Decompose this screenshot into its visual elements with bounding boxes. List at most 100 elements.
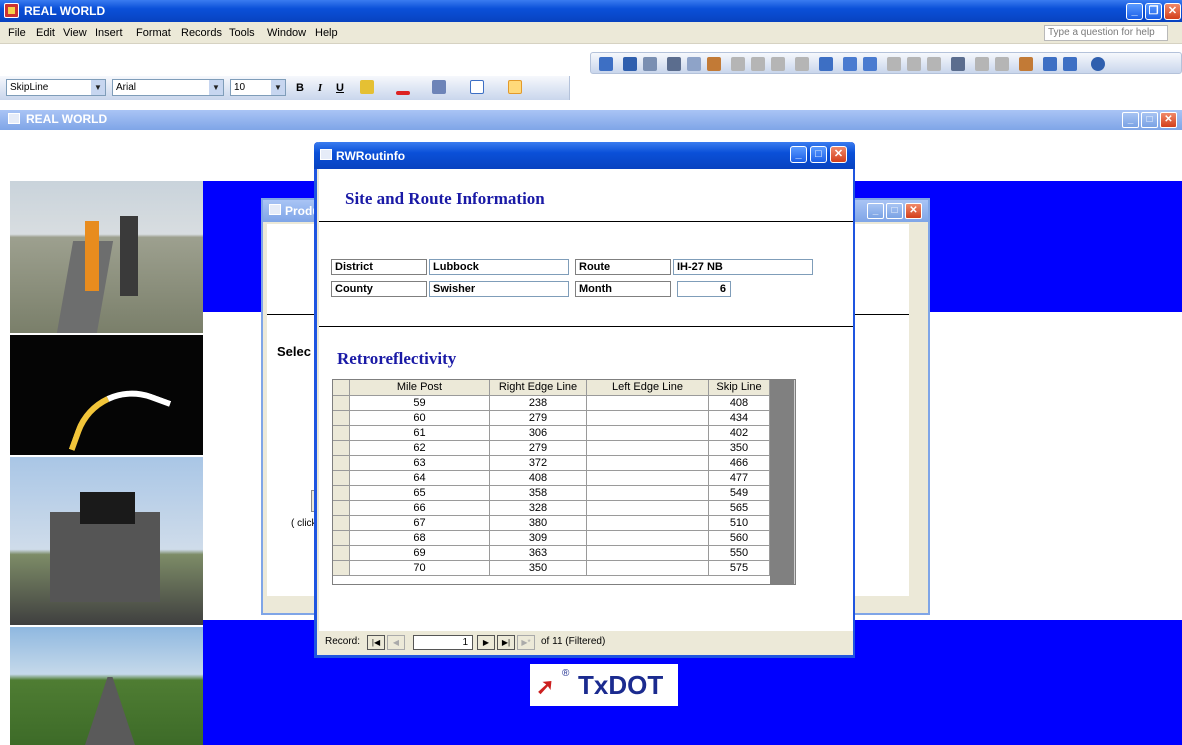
new-record-button[interactable]: ▶* <box>517 635 535 650</box>
cell-mile-post[interactable]: 69 <box>350 546 490 561</box>
menu-tools[interactable]: Tools <box>229 27 255 39</box>
cell-left-edge-line[interactable] <box>587 426 709 441</box>
mdi-minimize-icon[interactable]: _ <box>1122 112 1139 128</box>
font-size-combo[interactable]: 10 ▼ <box>230 79 286 96</box>
undo-icon[interactable] <box>795 57 809 71</box>
cell-right-edge-line[interactable]: 363 <box>490 546 587 561</box>
line-color-icon[interactable] <box>432 80 446 94</box>
row-selector[interactable] <box>333 501 350 516</box>
select-all-cell[interactable] <box>333 380 350 396</box>
mdi-maximize-icon[interactable]: □ <box>1141 112 1158 128</box>
row-selector[interactable] <box>333 531 350 546</box>
sort-descending-icon[interactable] <box>863 57 877 71</box>
form-minimize-icon[interactable]: _ <box>790 146 807 163</box>
row-selector[interactable] <box>333 516 350 531</box>
cell-skip-line[interactable]: 560 <box>709 531 770 546</box>
retro-datasheet[interactable]: Mile Post Right Edge Line Left Edge Line… <box>332 379 796 585</box>
county-field[interactable]: Swisher <box>429 281 569 297</box>
database-window-icon[interactable] <box>1043 57 1057 71</box>
vertical-scrollbar[interactable]: ▲ ▼ <box>794 380 796 584</box>
col-mile-post[interactable]: Mile Post <box>350 380 490 396</box>
find-icon[interactable] <box>951 57 965 71</box>
help-icon[interactable] <box>1091 57 1105 71</box>
save-icon[interactable] <box>623 57 637 71</box>
delete-record-icon[interactable] <box>995 57 1009 71</box>
district-field[interactable]: Lubbock <box>429 259 569 275</box>
cell-right-edge-line[interactable]: 350 <box>490 561 587 576</box>
col-skip-line[interactable]: Skip Line <box>709 380 770 396</box>
cell-left-edge-line[interactable] <box>587 501 709 516</box>
cell-skip-line[interactable]: 575 <box>709 561 770 576</box>
cell-skip-line[interactable]: 466 <box>709 456 770 471</box>
cell-left-edge-line[interactable] <box>587 546 709 561</box>
cell-left-edge-line[interactable] <box>587 456 709 471</box>
scroll-thumb[interactable] <box>795 398 796 438</box>
cell-mile-post[interactable]: 64 <box>350 471 490 486</box>
products-maximize-icon[interactable]: □ <box>886 203 903 219</box>
cell-skip-line[interactable]: 477 <box>709 471 770 486</box>
cut-icon[interactable] <box>731 57 745 71</box>
print-icon[interactable] <box>667 57 681 71</box>
paste-icon[interactable] <box>771 57 785 71</box>
menu-records[interactable]: Records <box>181 27 222 39</box>
cell-skip-line[interactable]: 434 <box>709 411 770 426</box>
cell-mile-post[interactable]: 60 <box>350 411 490 426</box>
cell-right-edge-line[interactable]: 408 <box>490 471 587 486</box>
filter-form-icon[interactable] <box>907 57 921 71</box>
underline-button[interactable]: U <box>332 80 348 96</box>
cell-mile-post[interactable]: 67 <box>350 516 490 531</box>
cell-left-edge-line[interactable] <box>587 486 709 501</box>
print-preview-icon[interactable] <box>687 57 701 71</box>
menu-insert[interactable]: Insert <box>95 27 123 39</box>
menu-help[interactable]: Help <box>315 27 338 39</box>
properties-icon[interactable] <box>1019 57 1033 71</box>
previous-record-button[interactable]: ◀ <box>387 635 405 650</box>
font-color-icon[interactable] <box>396 91 410 95</box>
bold-button[interactable]: B <box>292 80 308 96</box>
cell-skip-line[interactable]: 550 <box>709 546 770 561</box>
cell-mile-post[interactable]: 63 <box>350 456 490 471</box>
menu-file[interactable]: File <box>8 27 26 39</box>
cell-right-edge-line[interactable]: 279 <box>490 441 587 456</box>
cell-right-edge-line[interactable]: 238 <box>490 396 587 411</box>
view-icon[interactable] <box>599 57 613 71</box>
sort-ascending-icon[interactable] <box>843 57 857 71</box>
access-app-icon[interactable] <box>4 3 19 18</box>
font-combo[interactable]: Arial ▼ <box>112 79 224 96</box>
cell-right-edge-line[interactable]: 306 <box>490 426 587 441</box>
chevron-down-icon[interactable]: ▼ <box>91 80 105 95</box>
cell-skip-line[interactable]: 402 <box>709 426 770 441</box>
row-selector[interactable] <box>333 486 350 501</box>
col-left-edge-line[interactable]: Left Edge Line <box>587 380 709 396</box>
row-selector[interactable] <box>333 411 350 426</box>
cell-right-edge-line[interactable]: 279 <box>490 411 587 426</box>
chevron-down-icon[interactable]: ▼ <box>271 80 285 95</box>
form-close-icon[interactable]: ✕ <box>830 146 847 163</box>
record-number-input[interactable]: 1 <box>413 635 473 650</box>
cell-mile-post[interactable]: 68 <box>350 531 490 546</box>
cell-left-edge-line[interactable] <box>587 561 709 576</box>
cell-left-edge-line[interactable] <box>587 516 709 531</box>
search-icon[interactable] <box>643 57 657 71</box>
cell-right-edge-line[interactable]: 358 <box>490 486 587 501</box>
cell-mile-post[interactable]: 66 <box>350 501 490 516</box>
cell-skip-line[interactable]: 565 <box>709 501 770 516</box>
apply-filter-icon[interactable] <box>927 57 941 71</box>
cell-left-edge-line[interactable] <box>587 471 709 486</box>
spelling-icon[interactable] <box>707 57 721 71</box>
col-right-edge-line[interactable]: Right Edge Line <box>490 380 587 396</box>
last-record-button[interactable]: ▶| <box>497 635 515 650</box>
menu-window[interactable]: Window <box>267 27 306 39</box>
cell-left-edge-line[interactable] <box>587 531 709 546</box>
cell-left-edge-line[interactable] <box>587 411 709 426</box>
row-selector[interactable] <box>333 396 350 411</box>
help-question-input[interactable]: Type a question for help <box>1044 25 1168 41</box>
first-record-button[interactable]: |◀ <box>367 635 385 650</box>
cell-mile-post[interactable]: 61 <box>350 426 490 441</box>
row-selector[interactable] <box>333 441 350 456</box>
scroll-up-icon[interactable]: ▲ <box>795 380 796 396</box>
route-field[interactable]: IH-27 NB <box>673 259 813 275</box>
close-icon[interactable]: ✕ <box>1164 3 1181 20</box>
italic-button[interactable]: I <box>312 80 328 96</box>
new-record-icon[interactable] <box>975 57 989 71</box>
